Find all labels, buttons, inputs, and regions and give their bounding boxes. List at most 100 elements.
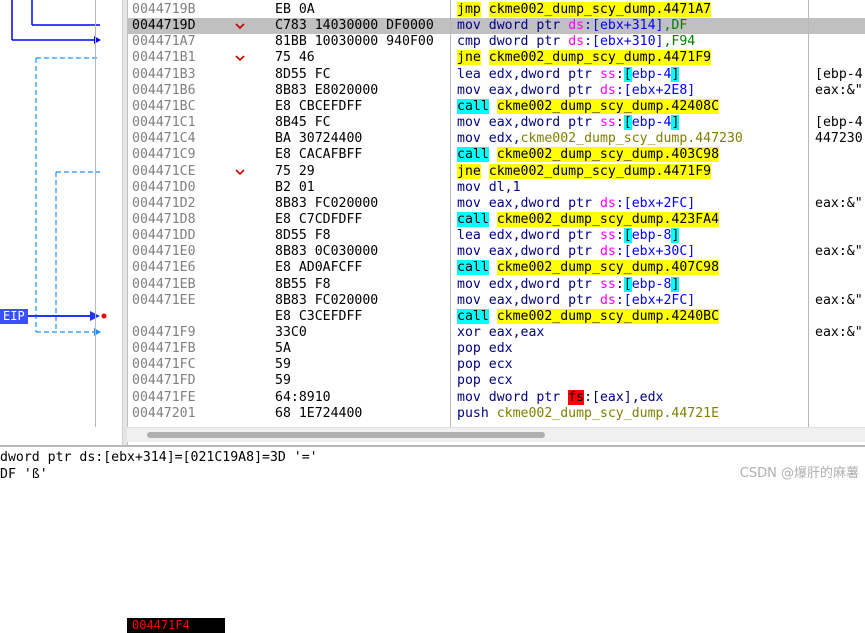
scrollbar-thumb[interactable] (147, 432, 545, 438)
instruction-text: lea edx,dword ptr ss:[ebp-8] (457, 228, 807, 244)
instruction-bytes: C783 14030000 DF0000 (275, 18, 434, 34)
instruction-bytes: BA 30724400 (275, 131, 363, 147)
instruction-row[interactable]: 004471A7 81BB 10030000 940F00 cmp dword pt… (127, 34, 865, 50)
info-line-2: DF 'ß' (0, 467, 48, 482)
watermark: CSDN @爆肝的麻薯 (739, 466, 859, 481)
instruction-row[interactable]: 004471D0 B2 01 mov dl,1 (127, 180, 865, 196)
instruction-bytes: 8B83 E8020000 (275, 82, 379, 98)
instruction-operand: : (615, 66, 624, 82)
instruction-comment: eax:&" (815, 292, 863, 308)
instruction-row[interactable]: 004471FD 59 pop ecx (127, 373, 865, 389)
instruction-text: push ckme002_dump_scy_dump.44721E (457, 406, 807, 422)
instruction-operand: ds (568, 34, 585, 50)
instruction-mnemonic: call (457, 211, 489, 227)
instruction-row[interactable]: 004471EB 8B55 F8 mov edx,dword ptr ss:[ebp… (127, 276, 865, 293)
instruction-row[interactable]: 004471E6 E8 AD0AFCFF call ckme002_dump_scy… (127, 260, 865, 276)
instruction-text: lea edx,dword ptr ss:[ebp-4] (457, 66, 807, 83)
instruction-operand: ckme002_dump_scy_dump.4471F9 (488, 163, 712, 179)
instruction-operand: ckme002_dump_scy_dump.447230 (520, 131, 743, 147)
instruction-text: pop edx (457, 341, 807, 357)
instruction-operand: ckme002_dump_scy_dump.44721E (496, 405, 720, 421)
instruction-operand: eax,dword ptr (488, 195, 600, 211)
instruction-text: mov edx,dword ptr ss:[ebp-8] (457, 276, 807, 293)
addr-col-separator[interactable] (95, 0, 96, 427)
instruction-address: 004471FB (132, 341, 196, 357)
jump-arrows (11, 0, 107, 336)
info-panel: dword ptr ds:[ebx+314]=[021C19A8]=3D '='… (0, 445, 865, 486)
instruction-operand: eax,dword ptr (488, 82, 600, 98)
instruction-operand: ds (568, 18, 585, 34)
instruction-operand: ss (599, 66, 616, 82)
instruction-row[interactable]: 004471FE 64:8910 mov dword ptr fs:[eax],ed… (127, 389, 865, 406)
instruction-address: 004471B6 (132, 82, 196, 98)
instruction-text: cmp dword ptr ds:[ebx+310],F94 (457, 34, 807, 50)
instruction-row[interactable]: 004471C9 E8 CACAFBFF call ckme002_dump_scy… (127, 147, 865, 163)
instruction-row[interactable]: 004471D8 E8 C7CDFDFF call ckme002_dump_scy… (127, 211, 865, 228)
instruction-row[interactable]: 004471B1 75 46 jne ckme002_dump_scy_dump.4… (127, 50, 865, 66)
asm-col-separator[interactable] (450, 0, 451, 427)
instruction-row[interactable]: 004471CE 75 29 jne ckme002_dump_scy_dump.4… (127, 163, 865, 180)
disassembly-pane[interactable]: EIP 0044719B EB 0A jmp ckme002_dump_scy_du… (0, 0, 865, 633)
instruction-bytes: 68 1E724400 (275, 405, 363, 421)
instruction-text: mov dword ptr fs:[eax],edx (457, 389, 807, 406)
instruction-operand: ] (671, 276, 680, 292)
horizontal-scrollbar[interactable] (127, 427, 865, 442)
instruction-row[interactable]: 00447201 68 1E724400 push ckme002_dump_scy… (127, 406, 865, 422)
instruction-operand: ckme002_dump_scy_dump.403C98 (496, 147, 720, 163)
instruction-bytes: 59 (275, 357, 291, 373)
instruction-row[interactable]: 004471D2 8B83 FC020000 mov eax,dword ptr d… (127, 196, 865, 212)
instruction-operand: ds (599, 195, 616, 211)
instruction-operand: :[ebx+314] (584, 18, 664, 34)
instruction-text: mov eax,dword ptr ds:[ebx+2FC] (457, 196, 807, 212)
instruction-row[interactable]: 004471E0 8B83 0C030000 mov eax,dword ptr d… (127, 244, 865, 260)
instruction-row[interactable]: 004471C1 8B45 FC mov eax,dword ptr ss:[ebp… (127, 115, 865, 131)
instruction-row[interactable]: 004471B6 8B83 E8020000 mov eax,dword ptr d… (127, 83, 865, 99)
instruction-operand: ss (599, 115, 616, 131)
instruction-operand: eax,dword ptr (488, 244, 600, 260)
instruction-operand: :[ebx+30C] (615, 244, 696, 260)
instruction-bytes: 5A (275, 341, 291, 357)
instruction-operand: dword ptr (488, 34, 569, 50)
instruction-row[interactable]: 0044719D C783 14030000 DF0000 mov dword pt… (127, 18, 865, 35)
instruction-row[interactable]: 004471DD 8D55 F8 lea edx,dword ptr ss:[ebp… (127, 228, 865, 244)
instruction-mnemonic: mov (457, 131, 481, 147)
instruction-operand: ] (671, 115, 680, 131)
instruction-bytes: 59 (275, 373, 291, 389)
instruction-bytes: E8 CACAFBFF (275, 147, 363, 163)
instruction-address: 004471B3 (132, 66, 196, 82)
instruction-row[interactable]: 004471FC 59 pop ecx (127, 357, 865, 373)
instruction-text: jmp ckme002_dump_scy_dump.4471A7 (457, 2, 807, 18)
instruction-bytes: 8D55 FC (275, 66, 331, 82)
comment-col-separator[interactable] (808, 0, 809, 427)
instruction-address: 004471E0 (132, 244, 196, 260)
instruction-operand: fs (568, 389, 585, 405)
jump-arrows-gutter: EIP (0, 0, 123, 445)
instruction-operand: eax,eax (488, 325, 545, 340)
instruction-operand: edx (488, 341, 513, 357)
instruction-text: xor eax,eax (457, 325, 807, 341)
instruction-operand: ] (671, 228, 680, 244)
instruction-address: 0044719D (132, 18, 196, 34)
instruction-row[interactable]: 004471C4 BA 30724400 mov edx,ckme002_dump_… (127, 131, 865, 147)
instruction-mnemonic: mov (457, 82, 481, 98)
instruction-operand: ss (599, 276, 616, 292)
instruction-row[interactable]: 004471BC E8 CBCEFDFF call ckme002_dump_scy… (127, 98, 865, 115)
instruction-bytes: 75 29 (275, 163, 315, 179)
instruction-row[interactable]: 004471F4 E8 C3CEFDFF call ckme002_dump_scy… (127, 308, 865, 633)
instruction-mnemonic: pop (457, 341, 481, 357)
instruction-operand: [ (623, 228, 632, 244)
instruction-bytes: E8 AD0AFCFF (275, 260, 363, 276)
instruction-row[interactable]: 004471B3 8D55 FC lea edx,dword ptr ss:[ebp… (127, 66, 865, 83)
instruction-mnemonic: lea (457, 66, 481, 82)
instruction-text: call ckme002_dump_scy_dump.42408C (457, 98, 807, 115)
instruction-operand: :[ebx+2FC] (615, 195, 696, 211)
instruction-row[interactable]: 004471EE 8B83 FC020000 mov eax,dword ptr d… (127, 293, 865, 309)
instruction-row[interactable]: 004471F9 33C0 xor eax,eax eax:&" (127, 325, 865, 341)
eip-label: EIP (0, 309, 28, 324)
instruction-text: pop ecx (457, 357, 807, 373)
instruction-row[interactable]: 004471FB 5A pop edx (127, 341, 865, 357)
instruction-bytes: 8B55 F8 (275, 276, 331, 292)
instruction-address: 0044719B (132, 2, 196, 17)
instruction-row[interactable]: 0044719B EB 0A jmp ckme002_dump_scy_dump.4… (127, 2, 865, 18)
instruction-address: 004471C9 (132, 147, 196, 163)
